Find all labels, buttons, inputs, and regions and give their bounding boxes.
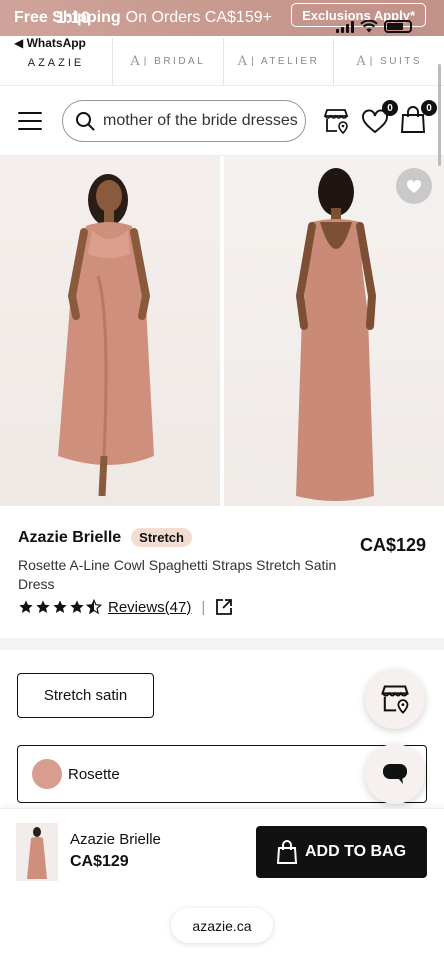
azazie-logo-icon: A (356, 54, 366, 69)
browser-bottom-bar: azazie.ca (0, 898, 444, 960)
search-header: 0 0 (0, 86, 444, 156)
scrollbar[interactable] (438, 64, 441, 166)
share-icon[interactable] (215, 598, 233, 616)
reviews-link[interactable]: Reviews(47) (108, 599, 191, 616)
search-input[interactable] (103, 112, 303, 130)
search-icon (76, 112, 95, 131)
add-to-bag-button[interactable]: ADD TO BAG (256, 826, 427, 878)
brand-tab-azazie[interactable]: AZAZIE (0, 38, 112, 85)
battery-icon (384, 20, 412, 33)
cellular-signal-icon (336, 20, 354, 33)
half-star-icon (86, 599, 102, 615)
color-swatch (32, 759, 62, 789)
star-icon (19, 600, 33, 613)
review-row: Reviews(47) | (18, 598, 426, 616)
wifi-icon (360, 20, 378, 33)
azazie-logo-icon: A (130, 54, 140, 69)
url-pill[interactable]: azazie.ca (171, 908, 273, 943)
brand-tab-label: | BRIDAL (143, 56, 206, 67)
separator: | (201, 598, 206, 616)
rating-stars (18, 599, 102, 615)
favorite-button[interactable] (396, 168, 432, 204)
heart-icon (406, 179, 422, 193)
store-locator-icon (381, 685, 409, 714)
brand-tab-atelier[interactable]: A | ATELIER (222, 38, 334, 85)
star-icon (70, 600, 84, 613)
add-to-bag-label: ADD TO BAG (304, 843, 407, 860)
bag-count-badge: 0 (421, 100, 437, 116)
product-gallery[interactable] (0, 156, 444, 506)
product-name: Azazie Brielle (18, 528, 122, 546)
color-label: Rosette (68, 765, 120, 783)
sticky-product-name: Azazie Brielle (70, 831, 161, 848)
wishlist-count-badge: 0 (382, 100, 398, 116)
product-photo-front[interactable] (0, 156, 220, 506)
stretch-tag: Stretch (131, 528, 192, 547)
menu-icon[interactable] (18, 112, 42, 130)
status-icons (336, 20, 412, 33)
product-price: CA$129 (359, 535, 426, 555)
product-description: Rosette A-Line Cowl Spaghetti Straps Str… (18, 557, 337, 592)
product-thumbnail[interactable] (16, 823, 58, 881)
promo-threshold: On Orders CA$159+ (125, 9, 272, 26)
star-icon (53, 600, 67, 613)
status-time: 1:10 (56, 8, 91, 27)
wishlist-button[interactable]: 0 (361, 100, 398, 136)
shopping-bag-icon (276, 840, 297, 864)
bag-button[interactable]: 0 (400, 100, 437, 136)
product-photo-back[interactable] (224, 156, 444, 506)
brand-tab-label: | SUITS (369, 56, 423, 67)
brand-tab-bridal[interactable]: A | BRIDAL (112, 38, 223, 85)
chat-float-button[interactable] (365, 744, 425, 804)
search-bar[interactable] (62, 100, 306, 142)
brand-tab-label: | ATELIER (251, 56, 320, 67)
product-info: Azazie Brielle Stretch CA$129 Rosette A-… (0, 506, 444, 638)
section-divider (0, 638, 444, 650)
star-icon (36, 600, 50, 613)
store-locator-icon[interactable] (321, 106, 351, 136)
sticky-purchase-bar: Azazie Brielle CA$129 ADD TO BAG (0, 808, 444, 898)
chat-icon (383, 764, 407, 784)
store-locator-float-button[interactable] (365, 669, 425, 729)
sticky-product-price: CA$129 (70, 853, 129, 870)
azazie-logo-icon: A (237, 54, 248, 69)
brand-tabs: AZAZIE A | BRIDAL A | ATELIER A | SUITS (0, 38, 444, 86)
fabric-option-button[interactable]: Stretch satin (17, 673, 154, 718)
brand-tab-suits[interactable]: A | SUITS (333, 38, 444, 85)
